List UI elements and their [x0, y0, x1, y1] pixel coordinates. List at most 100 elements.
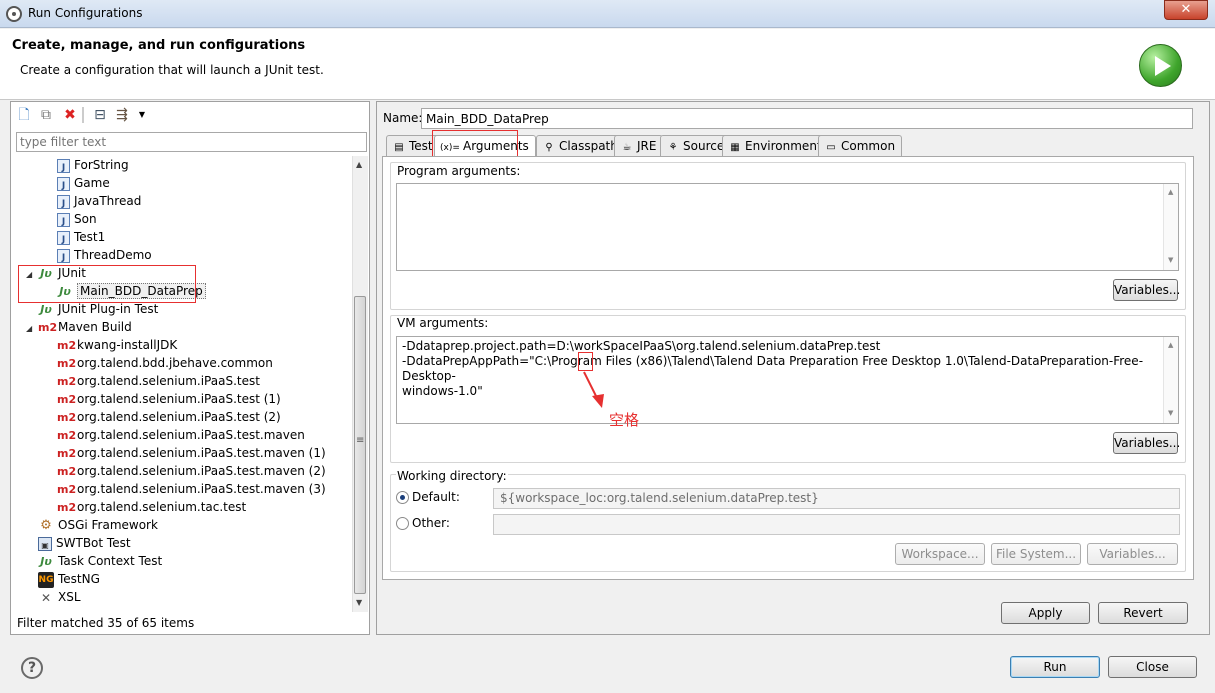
- scroll-down-arrow-icon[interactable]: ▼: [1168, 409, 1173, 417]
- config-tree: J ForString J Game J JavaThread J Son J Test1 J Thr…: [12, 156, 352, 612]
- tree-scrollbar-thumb[interactable]: [354, 296, 366, 594]
- tree-item[interactable]: m2kwang-installJDK: [57, 336, 177, 354]
- help-icon[interactable]: ?: [21, 657, 43, 679]
- collapse-all-icon[interactable]: ⊟: [92, 107, 108, 123]
- tree-item-label: ForString: [74, 158, 129, 172]
- tree-item-label: Game: [74, 176, 110, 190]
- tree-item-label: org.talend.selenium.tac.test: [77, 500, 247, 514]
- default-dir-radio[interactable]: [396, 491, 409, 504]
- apply-button[interactable]: Apply: [1001, 602, 1090, 624]
- vm-args-line-1: -Ddataprep.project.path=D:\workSpaceIPaa…: [402, 339, 881, 353]
- tab-environment[interactable]: ▦ Environment: [722, 135, 829, 157]
- common-tab-icon: ▭: [826, 142, 836, 153]
- window-close-button[interactable]: ✕: [1164, 0, 1208, 20]
- scroll-down-arrow-icon[interactable]: ▼: [356, 598, 362, 607]
- run-button[interactable]: Run: [1010, 656, 1100, 678]
- tree-item[interactable]: Jυ Task Context Test: [26, 552, 162, 570]
- file-system-button[interactable]: File System...: [991, 543, 1081, 565]
- tab-label: Source: [683, 139, 725, 153]
- tab-common[interactable]: ▭ Common: [818, 135, 903, 157]
- tab-label: Environment: [745, 139, 822, 153]
- tree-item-label: Task Context Test: [58, 554, 163, 568]
- scroll-up-arrow-icon[interactable]: ▲: [1168, 188, 1173, 196]
- vm-args-line-3: windows-1.0": [402, 384, 483, 398]
- swtbot-icon: ▣: [38, 536, 52, 551]
- tree-item-label: XSL: [58, 590, 81, 604]
- tab-jre[interactable]: ☕ JRE: [614, 135, 664, 157]
- workspace-button[interactable]: Workspace...: [895, 543, 985, 565]
- tree-item[interactable]: ◢ m2Maven Build: [26, 318, 132, 336]
- tree-item-label: ThreadDemo: [74, 248, 152, 262]
- tree-item[interactable]: m2org.talend.selenium.iPaaS.test.maven (…: [57, 480, 326, 498]
- tree-item-label: Test1: [74, 230, 106, 244]
- tree-item-label: kwang-installJDK: [77, 338, 178, 352]
- config-tabs: ▤ Test (x)= Arguments ⚲ Classpath ☕ JRE ⚘ Source ▦…: [382, 130, 1194, 161]
- annotation-label: 空格: [609, 411, 640, 429]
- m2-icon: m2: [57, 482, 77, 496]
- new-config-icon[interactable]: 🗋: [16, 107, 32, 123]
- close-button[interactable]: Close: [1108, 656, 1197, 678]
- tree-item[interactable]: m2org.talend.selenium.iPaaS.test.maven: [57, 426, 305, 444]
- tree-item-label: org.talend.selenium.iPaaS.test: [77, 374, 260, 388]
- tree-item-label: org.talend.selenium.iPaaS.test.maven (1): [77, 446, 326, 460]
- tree-item[interactable]: ⚙ OSGi Framework: [26, 516, 158, 534]
- tree-item[interactable]: J ForString: [57, 156, 129, 174]
- program-args-scrollbar[interactable]: ▲ ▼: [1163, 184, 1178, 270]
- tree-item-label: org.talend.selenium.iPaaS.test.maven: [77, 428, 305, 442]
- tab-label: Common: [841, 139, 896, 153]
- vm-args-scrollbar[interactable]: ▲ ▼: [1163, 337, 1178, 423]
- app-icon: [6, 6, 22, 22]
- tree-item[interactable]: J ThreadDemo: [57, 246, 152, 264]
- java-icon: J: [57, 230, 70, 245]
- tree-item[interactable]: m2org.talend.selenium.iPaaS.test.maven (…: [57, 444, 326, 462]
- tab-classpath[interactable]: ⚲ Classpath: [536, 135, 625, 157]
- filter-icon[interactable]: ⇶: [114, 107, 130, 123]
- java-icon: J: [57, 248, 70, 263]
- duplicate-icon[interactable]: ⧉: [38, 107, 54, 123]
- classpath-tab-icon: ⚲: [545, 142, 553, 153]
- tree-item[interactable]: ✕ XSL: [26, 588, 81, 606]
- toolbar-separator: [82, 107, 84, 123]
- tab-source[interactable]: ⚘ Source: [660, 135, 732, 157]
- delete-icon[interactable]: ✖: [62, 107, 78, 123]
- tree-item[interactable]: m2org.talend.bdd.jbehave.common: [57, 354, 273, 372]
- tree-item[interactable]: J Test1: [57, 228, 105, 246]
- tree-item[interactable]: m2org.talend.selenium.iPaaS.test: [57, 372, 260, 390]
- header-title: Create, manage, and run configurations: [12, 38, 306, 53]
- java-icon: J: [57, 158, 70, 173]
- name-input[interactable]: [421, 108, 1193, 129]
- revert-button[interactable]: Revert: [1098, 602, 1188, 624]
- tree-item[interactable]: m2org.talend.selenium.iPaaS.test (2): [57, 408, 281, 426]
- name-label: Name:: [383, 111, 423, 125]
- tree-item[interactable]: J Game: [57, 174, 110, 192]
- tree-item[interactable]: m2org.talend.selenium.tac.test: [57, 498, 246, 516]
- working-dir-label: Working directory:: [396, 469, 508, 483]
- scroll-up-arrow-icon[interactable]: ▲: [356, 160, 362, 169]
- filter-input[interactable]: [16, 132, 367, 152]
- tree-item[interactable]: ▣ SWTBot Test: [26, 534, 131, 552]
- working-dir-variables-button[interactable]: Variables...: [1087, 543, 1178, 565]
- tree-item[interactable]: m2org.talend.selenium.iPaaS.test (1): [57, 390, 281, 408]
- vm-variables-button[interactable]: Variables...: [1113, 432, 1180, 454]
- tree-item[interactable]: J JavaThread: [57, 192, 141, 210]
- scroll-up-arrow-icon[interactable]: ▲: [1168, 341, 1173, 349]
- config-toolbar: 🗋 ⧉ ✖ ⊟ ⇶ ▼: [12, 103, 368, 127]
- junit-icon: Jυ: [40, 302, 52, 316]
- vm-args-textarea[interactable]: -Ddataprep.project.path=D:\workSpaceIPaa…: [396, 336, 1179, 424]
- other-dir-field[interactable]: [493, 514, 1180, 535]
- scroll-down-arrow-icon[interactable]: ▼: [1168, 256, 1173, 264]
- expand-toggle-icon[interactable]: ◢: [26, 320, 38, 338]
- program-variables-button[interactable]: Variables...: [1113, 279, 1180, 301]
- tree-item[interactable]: J Son: [57, 210, 97, 228]
- other-dir-radio[interactable]: [396, 517, 409, 530]
- program-args-textarea[interactable]: [396, 183, 1179, 271]
- dropdown-icon[interactable]: ▼: [134, 107, 150, 123]
- testng-icon: NG: [38, 571, 54, 588]
- m2-icon: m2: [57, 500, 77, 514]
- program-args-label: Program arguments:: [396, 164, 522, 178]
- m2-icon: m2: [57, 392, 77, 406]
- tree-item[interactable]: NG TestNG: [26, 570, 100, 588]
- highlight-box-junit: [18, 265, 196, 303]
- run-banner-icon: [1139, 44, 1182, 87]
- tree-item[interactable]: m2org.talend.selenium.iPaaS.test.maven (…: [57, 462, 326, 480]
